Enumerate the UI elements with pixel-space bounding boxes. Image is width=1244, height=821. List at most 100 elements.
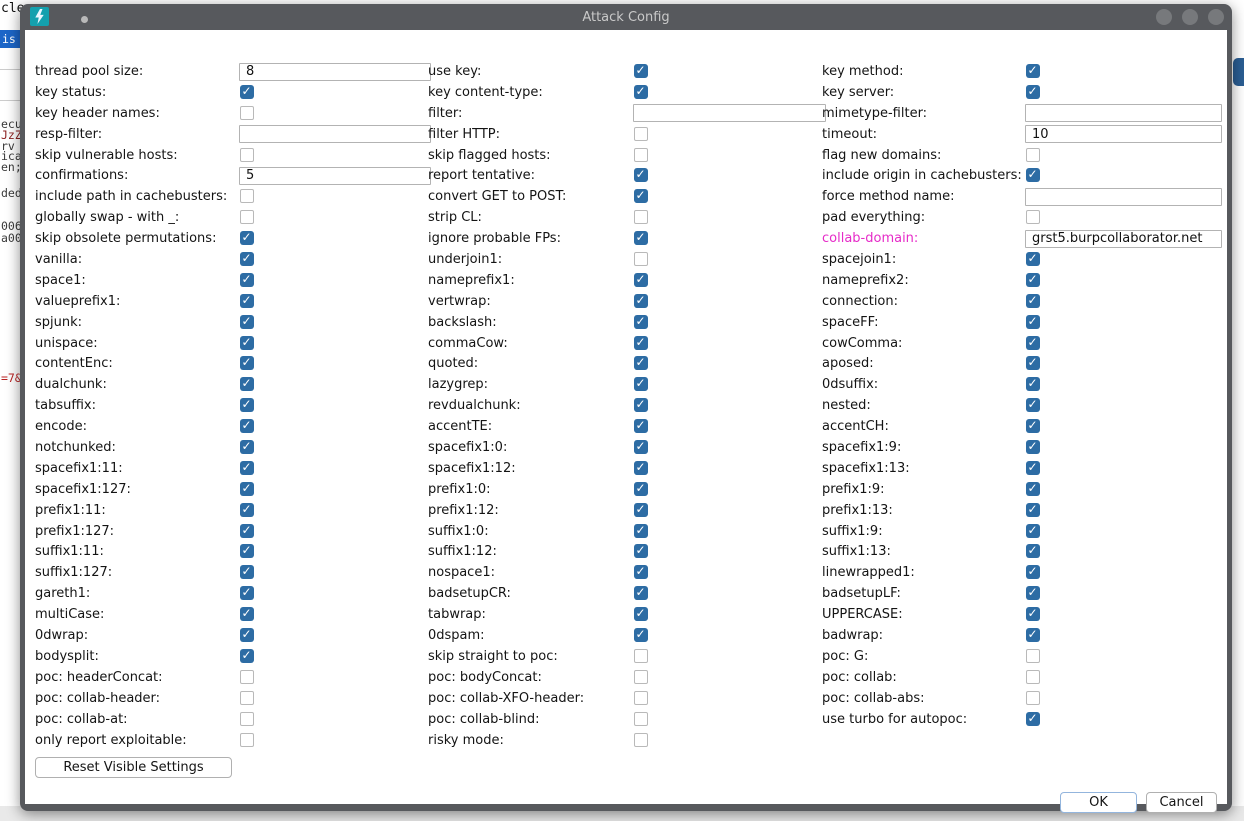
field-checkbox[interactable]: ✓: [1026, 64, 1040, 78]
field-checkbox[interactable]: [634, 691, 648, 705]
field-checkbox[interactable]: [240, 189, 254, 203]
field-checkbox[interactable]: ✓: [1026, 440, 1040, 454]
field-checkbox[interactable]: ✓: [1026, 419, 1040, 433]
reset-visible-settings-button[interactable]: Reset Visible Settings: [35, 757, 232, 778]
field-input[interactable]: [239, 63, 431, 81]
field-checkbox[interactable]: ✓: [634, 273, 648, 287]
field-checkbox[interactable]: ✓: [1026, 461, 1040, 475]
ok-button[interactable]: OK: [1060, 792, 1137, 813]
window-maximize-button[interactable]: [1182, 9, 1198, 25]
field-checkbox[interactable]: ✓: [634, 315, 648, 329]
field-checkbox[interactable]: [1026, 649, 1040, 663]
field-checkbox[interactable]: ✓: [1026, 607, 1040, 621]
field-checkbox[interactable]: ✓: [240, 649, 254, 663]
field-checkbox[interactable]: ✓: [1026, 524, 1040, 538]
field-checkbox[interactable]: ✓: [240, 85, 254, 99]
field-checkbox[interactable]: ✓: [1026, 586, 1040, 600]
field-checkbox[interactable]: [1026, 670, 1040, 684]
field-checkbox[interactable]: [634, 210, 648, 224]
field-checkbox[interactable]: [240, 691, 254, 705]
field-checkbox[interactable]: ✓: [240, 356, 254, 370]
field-checkbox[interactable]: [634, 252, 648, 266]
field-checkbox[interactable]: ✓: [1026, 315, 1040, 329]
field-checkbox[interactable]: ✓: [634, 398, 648, 412]
field-checkbox[interactable]: [1026, 691, 1040, 705]
field-checkbox[interactable]: [240, 210, 254, 224]
field-checkbox[interactable]: ✓: [634, 565, 648, 579]
field-checkbox[interactable]: ✓: [240, 524, 254, 538]
field-checkbox[interactable]: ✓: [240, 315, 254, 329]
field-checkbox[interactable]: ✓: [240, 419, 254, 433]
field-checkbox[interactable]: ✓: [1026, 356, 1040, 370]
field-checkbox[interactable]: ✓: [1026, 565, 1040, 579]
field-checkbox[interactable]: ✓: [634, 482, 648, 496]
field-checkbox[interactable]: ✓: [240, 586, 254, 600]
field-checkbox[interactable]: [634, 148, 648, 162]
field-checkbox[interactable]: ✓: [240, 252, 254, 266]
field-checkbox[interactable]: ✓: [634, 461, 648, 475]
field-checkbox[interactable]: ✓: [634, 64, 648, 78]
field-checkbox[interactable]: ✓: [634, 544, 648, 558]
field-checkbox[interactable]: [1026, 148, 1040, 162]
field-checkbox[interactable]: ✓: [634, 440, 648, 454]
field-checkbox[interactable]: [1026, 210, 1040, 224]
field-checkbox[interactable]: ✓: [240, 503, 254, 517]
field-checkbox[interactable]: ✓: [634, 586, 648, 600]
field-input[interactable]: [633, 104, 826, 122]
field-checkbox[interactable]: ✓: [240, 544, 254, 558]
field-checkbox[interactable]: ✓: [240, 440, 254, 454]
window-minimize-button[interactable]: [1156, 9, 1172, 25]
field-checkbox[interactable]: ✓: [1026, 252, 1040, 266]
field-checkbox[interactable]: ✓: [240, 398, 254, 412]
field-checkbox[interactable]: [240, 106, 254, 120]
field-checkbox[interactable]: [240, 670, 254, 684]
field-checkbox[interactable]: ✓: [634, 189, 648, 203]
field-checkbox[interactable]: ✓: [634, 524, 648, 538]
field-input[interactable]: [1025, 125, 1222, 143]
field-checkbox[interactable]: ✓: [240, 607, 254, 621]
field-checkbox[interactable]: ✓: [240, 377, 254, 391]
field-checkbox[interactable]: [634, 649, 648, 663]
field-checkbox[interactable]: ✓: [634, 419, 648, 433]
titlebar[interactable]: Attack Config: [20, 4, 1232, 30]
field-checkbox[interactable]: ✓: [1026, 377, 1040, 391]
field-input[interactable]: [1025, 230, 1222, 248]
field-checkbox[interactable]: ✓: [634, 377, 648, 391]
field-checkbox[interactable]: ✓: [1026, 482, 1040, 496]
field-checkbox[interactable]: ✓: [240, 294, 254, 308]
field-checkbox[interactable]: ✓: [1026, 398, 1040, 412]
field-checkbox[interactable]: ✓: [634, 294, 648, 308]
field-checkbox[interactable]: ✓: [1026, 503, 1040, 517]
field-checkbox[interactable]: [634, 670, 648, 684]
field-checkbox[interactable]: [240, 712, 254, 726]
field-checkbox[interactable]: ✓: [240, 273, 254, 287]
field-checkbox[interactable]: ✓: [634, 607, 648, 621]
field-checkbox[interactable]: ✓: [1026, 336, 1040, 350]
field-checkbox[interactable]: ✓: [240, 231, 254, 245]
field-input[interactable]: [1025, 104, 1222, 122]
window-close-button[interactable]: [1208, 9, 1224, 25]
field-checkbox[interactable]: ✓: [634, 628, 648, 642]
field-input[interactable]: [1025, 188, 1222, 206]
field-checkbox[interactable]: ✓: [1026, 712, 1040, 726]
cancel-button[interactable]: Cancel: [1146, 792, 1217, 813]
field-checkbox[interactable]: [634, 127, 648, 141]
field-checkbox[interactable]: ✓: [240, 628, 254, 642]
field-checkbox[interactable]: ✓: [634, 168, 648, 182]
field-checkbox[interactable]: [634, 712, 648, 726]
field-checkbox[interactable]: ✓: [634, 356, 648, 370]
field-checkbox[interactable]: ✓: [1026, 544, 1040, 558]
field-checkbox[interactable]: ✓: [240, 482, 254, 496]
field-checkbox[interactable]: ✓: [634, 85, 648, 99]
field-checkbox[interactable]: [240, 733, 254, 747]
field-input[interactable]: [239, 167, 431, 185]
field-checkbox[interactable]: ✓: [1026, 273, 1040, 287]
field-checkbox[interactable]: [240, 148, 254, 162]
field-input[interactable]: [239, 125, 431, 143]
field-checkbox[interactable]: ✓: [1026, 294, 1040, 308]
field-checkbox[interactable]: ✓: [634, 503, 648, 517]
field-checkbox[interactable]: ✓: [634, 231, 648, 245]
field-checkbox[interactable]: ✓: [240, 565, 254, 579]
field-checkbox[interactable]: ✓: [634, 336, 648, 350]
field-checkbox[interactable]: ✓: [240, 336, 254, 350]
